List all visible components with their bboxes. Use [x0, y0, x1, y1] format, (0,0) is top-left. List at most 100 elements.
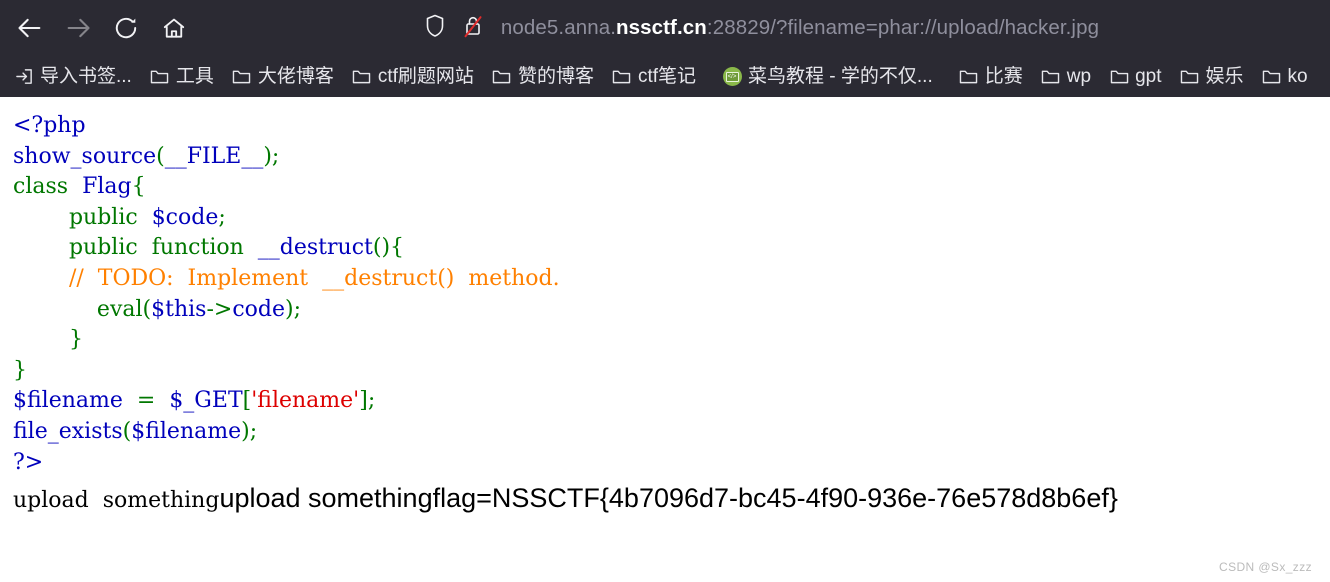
folder-icon	[492, 67, 512, 87]
page-output-line: upload somethingupload somethingflag=NSS…	[13, 478, 1330, 520]
code-token: }	[68, 327, 83, 353]
code-token: (	[142, 296, 152, 322]
forward-arrow-icon	[64, 14, 92, 42]
output-flag-text: upload somethingflag=NSSCTF{4b7096d7-bc4…	[219, 483, 1118, 514]
code-token: ;	[271, 143, 280, 169]
reload-button[interactable]	[106, 8, 146, 48]
bookmarks-bar: 导入书签... 工具 大佬博客 ctf刷题网站 赞的博客 ctf笔记 </> 菜…	[0, 56, 1330, 97]
url-prefix: node5.anna.	[500, 16, 616, 39]
code-token: {	[131, 174, 146, 200]
code-token: ;	[367, 388, 376, 414]
code-token: )	[241, 418, 250, 444]
url-host: nssctf.cn	[616, 16, 707, 39]
bookmark-ctf-practice[interactable]: ctf刷题网站	[346, 62, 480, 92]
bookmark-entertainment[interactable]: 娱乐	[1173, 62, 1249, 92]
bookmark-gpt[interactable]: gpt	[1103, 62, 1167, 92]
code-token: )	[263, 143, 272, 169]
code-token: file_exists	[13, 418, 123, 444]
home-button[interactable]	[154, 8, 194, 48]
code-token: ->	[206, 296, 233, 322]
code-token: ()	[372, 235, 391, 261]
browser-toolbar: node5.anna.nssctf.cn:28829/?filename=pha…	[0, 0, 1330, 56]
bookmark-label: ctf笔记	[637, 66, 697, 87]
folder-icon	[1041, 67, 1061, 87]
bookmark-label: 菜鸟教程 - 学的不仅...	[748, 66, 933, 87]
bookmark-liked-blog[interactable]: 赞的博客	[486, 62, 600, 92]
folder-icon	[352, 67, 372, 87]
code-token: $code	[151, 204, 219, 230]
code-token: __FILE__	[164, 143, 264, 169]
code-token: // TODO: Implement __destruct() method.	[68, 265, 560, 291]
output-mono-text: upload something	[13, 488, 220, 514]
browser-chrome: node5.anna.nssctf.cn:28829/?filename=pha…	[0, 0, 1330, 97]
bookmark-label: ko	[1287, 66, 1308, 87]
import-bookmarks-icon	[14, 67, 34, 87]
forward-button[interactable]	[58, 8, 98, 48]
folder-icon	[959, 67, 979, 87]
address-bar-icons	[423, 13, 485, 44]
back-arrow-icon	[16, 14, 44, 42]
code-token: $filename	[13, 388, 123, 414]
code-token: function	[151, 235, 244, 261]
code-token: ;	[218, 204, 226, 230]
bookmark-label: 赞的博客	[517, 66, 594, 87]
address-bar[interactable]: node5.anna.nssctf.cn:28829/?filename=pha…	[214, 8, 1308, 48]
shield-icon[interactable]	[423, 13, 447, 44]
code-token: ;	[249, 418, 258, 444]
bookmark-label: wp	[1066, 66, 1092, 87]
code-token: )	[285, 296, 294, 322]
folder-icon	[612, 67, 632, 87]
bookmark-tools[interactable]: 工具	[144, 62, 220, 92]
bookmark-label: gpt	[1135, 66, 1162, 87]
code-token: show_source	[13, 143, 157, 169]
bookmark-label: 娱乐	[1205, 66, 1244, 87]
folder-icon	[1179, 67, 1199, 87]
code-token: {	[390, 235, 405, 261]
folder-icon	[232, 67, 252, 87]
bookmark-ko-truncated[interactable]: ko	[1256, 62, 1314, 92]
bookmark-label: 比赛	[984, 66, 1023, 87]
code-token: $_GET	[169, 388, 243, 414]
code-token: code	[232, 296, 286, 322]
code-token: ?>	[13, 449, 44, 475]
bookmark-import[interactable]: 导入书签...	[8, 62, 138, 92]
code-token: $this	[151, 296, 207, 322]
code-token: <?php	[13, 113, 86, 138]
bookmark-cainiao-tutorial[interactable]: </> 菜鸟教程 - 学的不仅...	[716, 62, 939, 92]
code-token: [	[242, 388, 252, 414]
bookmark-label: 大佬博客	[257, 66, 334, 87]
code-token: (	[156, 143, 165, 169]
code-token: $filename	[131, 418, 242, 444]
bookmark-ctf-notes[interactable]: ctf笔记	[606, 62, 702, 92]
code-token: =	[122, 388, 170, 414]
cainiao-favicon: </>	[722, 67, 742, 87]
bookmark-dalao-blog[interactable]: 大佬博客	[226, 62, 340, 92]
code-token: __destruct	[257, 235, 373, 261]
bookmark-label: ctf刷题网站	[377, 66, 474, 87]
bookmark-label: 工具	[175, 66, 214, 87]
back-button[interactable]	[10, 8, 50, 48]
reload-icon	[113, 15, 139, 41]
bookmark-wp[interactable]: wp	[1035, 62, 1097, 92]
url-text[interactable]: node5.anna.nssctf.cn:28829/?filename=pha…	[501, 16, 1099, 40]
folder-icon	[150, 67, 170, 87]
code-token: Flag	[82, 174, 132, 200]
bookmark-label: 导入书签...	[40, 66, 132, 87]
code-token: public	[68, 204, 138, 230]
code-token: }	[13, 357, 27, 383]
code-token: public	[68, 235, 138, 261]
insecure-lock-icon[interactable]	[461, 13, 485, 44]
bookmark-competition[interactable]: 比赛	[953, 62, 1029, 92]
code-token: eval	[96, 296, 143, 322]
code-token: ;	[293, 296, 302, 322]
home-icon	[161, 15, 187, 41]
code-token: class	[13, 174, 69, 200]
